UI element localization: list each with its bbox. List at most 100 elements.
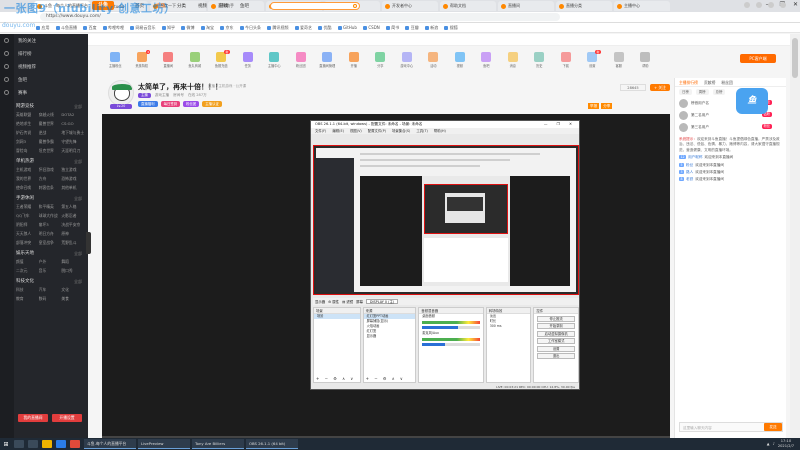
download-icon[interactable] bbox=[768, 2, 774, 8]
desktop-audio-slider[interactable] bbox=[422, 326, 480, 329]
badge-3[interactable]: 粉丝团 bbox=[183, 101, 200, 107]
function-item[interactable]: 帮助 bbox=[632, 52, 659, 74]
taskbar-app[interactable]: 斗鱼-每个人的直播平台 bbox=[84, 439, 136, 449]
broadcast-settings-button[interactable]: 开播设置 bbox=[52, 414, 82, 422]
bookmark-item[interactable]: 今日头条 bbox=[239, 25, 261, 31]
sidebar-top-item[interactable]: 排行榜 bbox=[0, 47, 88, 60]
nav-item[interactable]: 分类 bbox=[177, 3, 186, 9]
close-icon[interactable]: ✕ bbox=[793, 1, 798, 8]
sidebar-category-link[interactable]: 科技 bbox=[16, 286, 39, 293]
function-item[interactable]: 鱼翅充值 新 bbox=[208, 50, 235, 74]
sidebar-category-link[interactable]: 文化 bbox=[61, 286, 84, 293]
sidebar-category-link[interactable]: 使命召唤 bbox=[16, 184, 39, 191]
sidebar-category-link[interactable]: 绝地求生 bbox=[16, 120, 39, 127]
sidebar-category-link[interactable]: 恐怖游戏 bbox=[61, 175, 84, 182]
bookmark-item[interactable]: 新浪 bbox=[424, 25, 438, 31]
chat-tab[interactable]: 贡献榜 bbox=[704, 78, 715, 86]
function-item[interactable]: 分享 bbox=[367, 52, 394, 74]
obs-properties-button[interactable]: ⚙ 属性 bbox=[328, 299, 339, 304]
sidebar-category-link[interactable]: 明日方舟 bbox=[39, 230, 62, 237]
obs-control-button[interactable]: 启动虚拟摄像机 bbox=[537, 330, 575, 337]
function-item[interactable]: 鱼吧 bbox=[473, 52, 500, 74]
bookmark-item[interactable]: 简书 bbox=[385, 25, 399, 31]
sidebar-top-item[interactable]: 视频推荐 bbox=[0, 60, 88, 73]
sidebar-category-link[interactable]: 部落冲突 bbox=[16, 239, 39, 246]
obs-preview[interactable] bbox=[313, 145, 579, 295]
follow-button[interactable]: + 关注 bbox=[650, 84, 670, 91]
function-item[interactable]: 直播间 bbox=[155, 52, 182, 74]
sidebar-category-link[interactable]: 荒野乱斗 bbox=[61, 239, 84, 246]
function-item[interactable]: 主播中心 bbox=[261, 52, 288, 74]
windows-start-icon[interactable]: ⊞ bbox=[0, 438, 12, 450]
sidebar-category-link[interactable]: 炉石传说 bbox=[16, 129, 39, 136]
obs-control-button[interactable]: 退出 bbox=[537, 353, 575, 359]
bookmark-item[interactable]: 爱奇艺 bbox=[294, 25, 312, 31]
sidebar-category-link[interactable]: 二次元 bbox=[16, 267, 39, 274]
bookmark-item[interactable]: GitHub bbox=[337, 25, 357, 30]
obs-menu-item[interactable]: 工具(T) bbox=[416, 128, 428, 134]
report-button[interactable]: 举报 bbox=[588, 103, 600, 109]
obs-menu-item[interactable]: 编辑(E) bbox=[332, 128, 344, 134]
file-explorer-icon[interactable] bbox=[42, 440, 52, 448]
sidebar-category-link[interactable]: 地下城与勇士 bbox=[61, 129, 84, 136]
function-item[interactable]: 游戏中心 bbox=[394, 52, 421, 74]
bookmark-item[interactable]: 网易云音乐 bbox=[130, 25, 156, 31]
function-item[interactable]: 鱼丸商城 bbox=[182, 52, 209, 74]
sidebar-category-link[interactable]: 英雄联盟 bbox=[16, 111, 39, 118]
rank-tab[interactable]: 日榜 bbox=[679, 89, 692, 95]
sidebar-top-item[interactable]: 我的关注 bbox=[0, 34, 88, 47]
sidebar-category-link[interactable]: 守望先锋 bbox=[61, 138, 84, 145]
function-item[interactable]: 活动 bbox=[420, 52, 447, 74]
search-taskbar-icon[interactable] bbox=[14, 440, 24, 448]
sidebar-category-link[interactable]: 汽车 bbox=[39, 286, 62, 293]
sidebar-category-link[interactable]: 火影忍者 bbox=[61, 212, 84, 219]
bookmark-item[interactable]: 应用 bbox=[36, 25, 50, 31]
obs-window-controls[interactable]: — ❐ ✕ bbox=[544, 121, 576, 128]
network-icon[interactable]: ▲ bbox=[767, 442, 770, 446]
sidebar-category-link[interactable]: 冒险岛 bbox=[16, 147, 39, 154]
sidebar-category-link[interactable]: 王者荣耀 bbox=[16, 203, 39, 210]
clock[interactable]: 17:10 2021/2/7 bbox=[778, 439, 794, 448]
browser-tab[interactable]: 直播间 bbox=[498, 1, 554, 11]
bookmark-item[interactable]: 知乎 bbox=[161, 25, 175, 31]
obs-menu-item[interactable]: 视图(V) bbox=[350, 128, 362, 134]
sidebar-category-link[interactable]: 第五人格 bbox=[61, 203, 84, 210]
sidebar-category-link[interactable]: 我的世界 bbox=[16, 175, 39, 182]
taskbar-app[interactable]: LivePreview bbox=[138, 439, 190, 449]
scenes-dock-toolbar[interactable]: + − ⚙ ∧ ∨ bbox=[316, 376, 355, 381]
function-item[interactable]: 下载 bbox=[553, 52, 580, 74]
obs-filters-button[interactable]: ▤ 滤镜 bbox=[342, 299, 353, 304]
obs-menu-item[interactable]: 配置文件(P) bbox=[368, 128, 386, 134]
room-category[interactable]: 直播 · 主机游戏 · 公开课 bbox=[208, 84, 246, 89]
sidebar-category-link[interactable]: QQ飞车 bbox=[16, 212, 39, 219]
bookmark-item[interactable]: 搜狐 bbox=[444, 25, 458, 31]
function-item[interactable]: 粉丝团 bbox=[288, 52, 315, 74]
sidebar-category-link[interactable]: 舞蹈 bbox=[61, 258, 84, 265]
scrollbar-thumb[interactable] bbox=[792, 38, 798, 78]
sidebar-category-link[interactable]: 数码 bbox=[39, 295, 62, 302]
sidebar-category-link[interactable]: 球球大作战 bbox=[39, 212, 62, 219]
rank-tab[interactable]: 总榜 bbox=[712, 89, 726, 95]
chat-username[interactable]: 用户昵称 bbox=[688, 155, 702, 159]
browser-tab[interactable]: 帮助文档 bbox=[440, 1, 496, 11]
rank-row[interactable]: 第二名用户 钻粉 bbox=[675, 109, 786, 121]
sidebar-top-item[interactable]: 鱼吧 bbox=[0, 73, 88, 86]
nav-item[interactable]: 游戏 bbox=[219, 3, 228, 9]
mic-audio-slider[interactable] bbox=[422, 343, 480, 346]
streamer-avatar[interactable] bbox=[108, 80, 134, 106]
bookmark-item[interactable]: 斗鱼直播 bbox=[55, 25, 77, 31]
my-room-button[interactable]: 我的直播间 bbox=[18, 414, 48, 422]
chat-send-button[interactable]: 发送 bbox=[764, 423, 782, 431]
section-more-link[interactable]: 全部 bbox=[74, 195, 82, 203]
chrome-icon[interactable] bbox=[70, 440, 80, 448]
function-item[interactable]: 客服 bbox=[606, 52, 633, 74]
sidebar-category-link[interactable]: 和平精英 bbox=[39, 203, 62, 210]
rank-row[interactable]: 第三名用户 粉丝 bbox=[675, 121, 786, 133]
obs-control-button[interactable]: 设置 bbox=[537, 345, 575, 352]
bookmark-item[interactable]: 百度 bbox=[83, 25, 97, 31]
history-icon[interactable] bbox=[744, 2, 750, 8]
obs-display-select[interactable]: DISPLAY 0 (主) bbox=[365, 299, 399, 304]
sidebar-category-link[interactable]: 音乐 bbox=[39, 267, 62, 274]
page-scrollbar[interactable] bbox=[790, 34, 800, 438]
sidebar-category-link[interactable]: 魔兽世界 bbox=[39, 120, 62, 127]
